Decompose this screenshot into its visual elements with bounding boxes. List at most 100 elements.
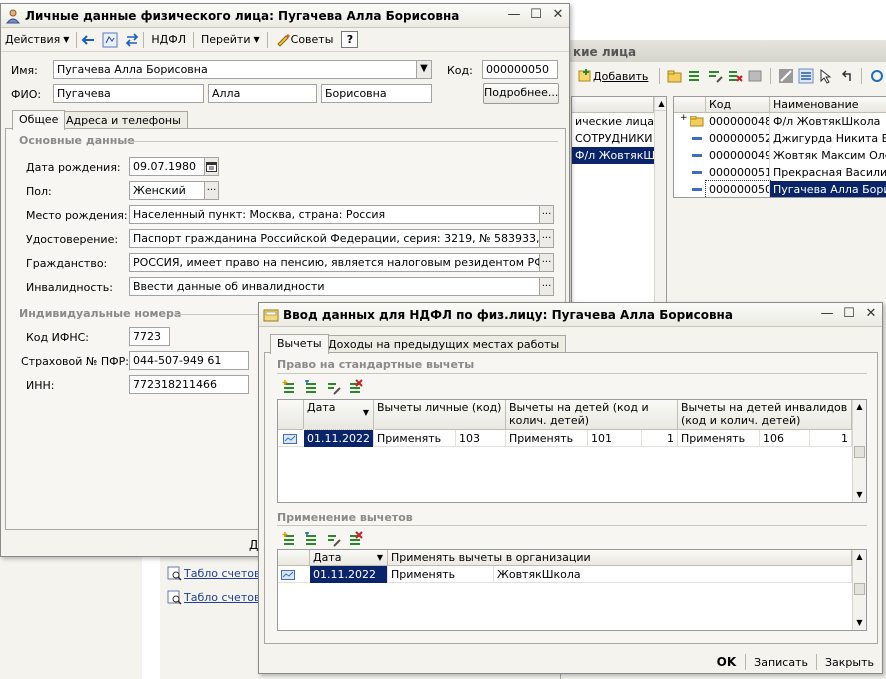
code-input[interactable]: 000000050: [482, 60, 558, 79]
maximize-icon[interactable]: ☐: [842, 306, 856, 321]
add-row-icon[interactable]: [281, 531, 297, 547]
actions-menu[interactable]: Действия ▼: [1, 30, 73, 50]
arrow-left-icon[interactable]: [80, 32, 96, 48]
deductions-grid-scrollbar[interactable]: ▲ ▼: [852, 400, 866, 502]
id-document-input[interactable]: Паспорт гражданина Российской Федерации,…: [129, 229, 540, 248]
cell-disabled-apply[interactable]: Применять: [678, 430, 760, 447]
copy-row-icon[interactable]: [303, 379, 319, 395]
cell-disabled-code[interactable]: 106: [760, 430, 810, 447]
copy-row-icon[interactable]: [303, 531, 319, 547]
exchange-icon[interactable]: [124, 32, 140, 48]
tab-general[interactable]: Общее: [12, 110, 66, 130]
column-header-personal[interactable]: Вычеты личные (код): [374, 400, 506, 430]
id-document-select-button[interactable]: ...: [539, 229, 554, 248]
bottom-button-fragment[interactable]: Д: [249, 538, 258, 552]
last-name-input[interactable]: Пугачева: [53, 84, 204, 103]
ndfl-window-titlebar[interactable]: Ввод данных для НДФЛ по физ.лицу: Пугаче…: [259, 303, 882, 327]
tips-button[interactable]: Советы: [271, 30, 338, 50]
delete-row-icon[interactable]: [347, 379, 363, 395]
delete-icon[interactable]: [747, 68, 763, 84]
birth-place-select-button[interactable]: ...: [539, 205, 554, 224]
add-row-icon[interactable]: [281, 379, 297, 395]
save-button[interactable]: Записать: [749, 656, 813, 669]
hierarchy-icon[interactable]: [778, 68, 794, 84]
citizenship-input[interactable]: РОССИЯ, имеет право на пенсию, является …: [129, 253, 540, 272]
citizenship-select-button[interactable]: ...: [539, 253, 554, 272]
scroll-thumb[interactable]: [854, 446, 865, 458]
refresh-icon[interactable]: [869, 68, 885, 84]
birth-date-input[interactable]: 09.07.1980: [129, 157, 205, 176]
table-row[interactable]: 000000051 Прекрасная Василиса: [674, 164, 886, 181]
expand-icon[interactable]: +: [680, 113, 688, 123]
birth-place-input[interactable]: Населенный пункт: Москва, страна: Россия: [129, 205, 540, 224]
edit-row-icon[interactable]: [325, 531, 341, 547]
table-row[interactable]: 000000049 Жовтяк Максим Олегс: [674, 147, 886, 164]
maximize-icon[interactable]: ☐: [529, 7, 543, 22]
pfr-number-input[interactable]: 044-507-949 61: [129, 351, 249, 370]
help-button[interactable]: ?: [341, 31, 359, 48]
tab-addresses[interactable]: Адреса и телефоны: [59, 111, 188, 129]
copy-icon[interactable]: [687, 68, 703, 84]
cell-apply[interactable]: Применять: [388, 566, 494, 583]
column-header-date[interactable]: Дата ▼: [304, 400, 374, 430]
tab-deductions[interactable]: Вычеты: [270, 334, 329, 354]
disability-input[interactable]: Ввести данные об инвалидности: [129, 277, 540, 296]
disability-select-button[interactable]: ...: [539, 277, 554, 296]
select-icon[interactable]: [818, 68, 834, 84]
edit-icon[interactable]: [707, 68, 724, 84]
more-button[interactable]: Подробнее...: [483, 83, 559, 104]
scroll-up-arrow-icon[interactable]: ▲: [853, 400, 866, 414]
table-row[interactable]: 01.11.2022 Применять ЖовтякШкола: [278, 566, 854, 583]
apply-grid-scrollbar[interactable]: ▲ ▼: [852, 550, 866, 630]
cell-children-count[interactable]: 1: [642, 430, 678, 447]
structure-icon[interactable]: [102, 32, 118, 48]
goto-menu[interactable]: Перейти ▼: [197, 30, 264, 50]
cell-children-apply[interactable]: Применять: [506, 430, 588, 447]
table-row-selected[interactable]: 000000050 Пугачева Алла Борисо: [674, 180, 886, 197]
cell-date[interactable]: 01.11.2022: [303, 429, 375, 448]
scroll-up-arrow-icon[interactable]: ▲: [655, 97, 666, 111]
apply-deductions-grid[interactable]: Дата ▼ Применять вычеты в организации 01…: [277, 549, 867, 631]
tab-previous-income[interactable]: Доходы на предыдущих местах работы: [321, 335, 567, 353]
middle-name-input[interactable]: Борисовна: [321, 84, 432, 103]
ndfl-button[interactable]: НДФЛ: [147, 30, 190, 50]
close-icon[interactable]: ✕: [864, 306, 878, 321]
gender-select-button[interactable]: ...: [204, 181, 219, 200]
cell-children-code[interactable]: 101: [588, 430, 642, 447]
calendar-button[interactable]: [204, 157, 219, 176]
tree-item-selected[interactable]: Ф/л ЖовтякШкол: [572, 147, 654, 164]
cell-personal-apply[interactable]: Применять: [374, 430, 456, 447]
add-button[interactable]: Добавить: [573, 66, 652, 86]
edit-row-icon[interactable]: [325, 379, 341, 395]
back-arrow-icon[interactable]: [838, 68, 854, 84]
column-header-apply-org[interactable]: Применять вычеты в организации: [388, 550, 852, 566]
cell-personal-code[interactable]: 103: [456, 430, 506, 447]
tree-item[interactable]: СОТРУДНИКИ: [572, 130, 654, 147]
delete-mark-icon[interactable]: [727, 68, 744, 84]
person-window-titlebar[interactable]: Личные данные физического лица: Пугачева…: [1, 4, 569, 28]
gender-input[interactable]: Женский: [129, 181, 205, 200]
close-icon[interactable]: ✕: [551, 7, 565, 22]
person-table[interactable]: Код Наименование + 000000048 Ф/л ЖовтякШ…: [673, 96, 886, 198]
delete-row-icon[interactable]: [347, 531, 363, 547]
column-header-code[interactable]: Код: [706, 97, 770, 113]
scroll-thumb[interactable]: [854, 583, 865, 595]
column-header-children[interactable]: Вычеты на детей (код и колич. детей): [506, 400, 678, 430]
report-link[interactable]: Табло счетов (: [184, 591, 268, 604]
column-header-name[interactable]: Наименование: [770, 97, 886, 113]
scroll-down-arrow-icon[interactable]: ▼: [853, 488, 866, 502]
scroll-down-arrow-icon[interactable]: ▼: [853, 616, 866, 630]
close-button[interactable]: Закрыть: [820, 656, 882, 669]
ok-button[interactable]: OK: [711, 655, 743, 669]
column-header-date[interactable]: Дата ▼: [310, 550, 388, 566]
minimize-icon[interactable]: —: [820, 306, 834, 321]
list-mode-icon[interactable]: [798, 68, 814, 84]
deductions-grid[interactable]: Дата ▼ Вычеты личные (код) Вычеты на дет…: [277, 399, 867, 503]
name-input[interactable]: Пугачева Алла Борисовна: [53, 60, 417, 79]
ifns-code-input[interactable]: 7723: [129, 327, 170, 346]
report-link[interactable]: Табло счетов (: [184, 567, 268, 580]
scroll-up-arrow-icon[interactable]: ▲: [853, 550, 866, 564]
table-row[interactable]: 000000052 Джигурда Никита Бори: [674, 130, 886, 147]
tree-item[interactable]: ические лица: [572, 113, 654, 130]
column-header-disabled-children[interactable]: Вычеты на детей инвалидов (код и колич. …: [678, 400, 852, 430]
